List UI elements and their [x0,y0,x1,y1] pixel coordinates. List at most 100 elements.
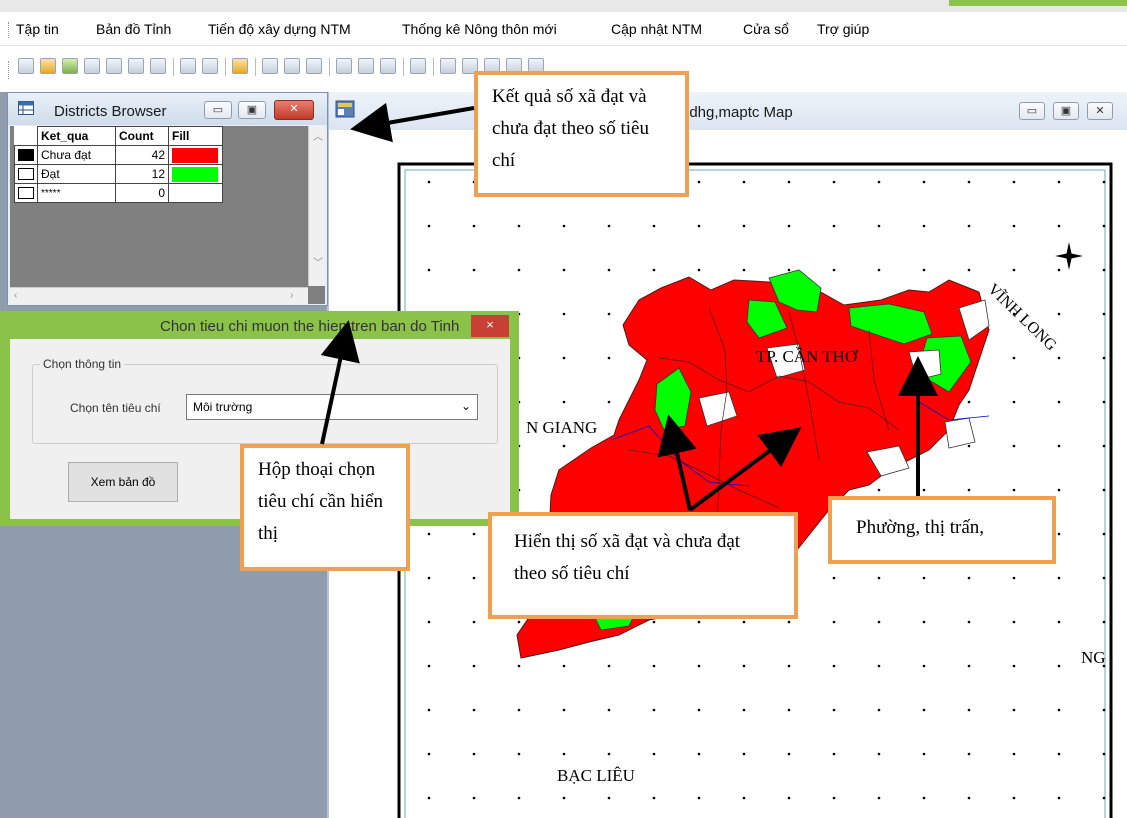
folder-icon[interactable] [232,58,248,74]
row-selector[interactable] [14,145,38,165]
grid-point [562,224,566,228]
map-label-kien-giang: N GIANG [526,418,597,437]
grid-point [472,268,476,272]
toolbar-separator [225,58,226,76]
table-row[interactable]: Chưa đạt 42 [14,145,223,165]
map-window-titlebar[interactable]: bdhg,maptc Map ▭ ▣ ✕ [329,92,1127,130]
browser-titlebar[interactable]: Districts Browser ▭ ▣ ✕ [8,93,327,125]
menu-ntm-progress[interactable]: Tiến độ xây dựng NTM [208,21,351,37]
cell-fill[interactable] [168,164,223,184]
grid-point [427,532,431,536]
cell-fill[interactable] [168,183,223,203]
dialog-close-button[interactable]: × [471,315,509,337]
maximize-button[interactable]: ▣ [1053,102,1079,120]
grid-point [877,224,881,228]
paste-icon[interactable] [380,58,396,74]
toolbar-grip[interactable] [8,61,10,79]
grid-point [472,576,476,580]
grid-point [967,444,971,448]
grid-point [427,664,431,668]
open-workspace-icon[interactable] [62,58,78,74]
grid-point [517,708,521,712]
menu-file[interactable]: Tập tin [16,21,59,37]
grid-point [607,708,611,712]
cell-count[interactable]: 42 [115,145,169,165]
browser-close-button[interactable]: ✕ [274,100,314,120]
cell-count[interactable]: 12 [115,164,169,184]
grid-point [922,268,926,272]
cell-ket-qua[interactable]: Đạt [37,164,116,184]
table-row[interactable]: ***** 0 [14,183,223,203]
grid-point [427,796,431,800]
undo-icon[interactable] [410,58,426,74]
grid-point [742,664,746,668]
row-selector[interactable] [14,164,38,184]
grid-point [1057,356,1061,360]
view-map-button[interactable]: Xem bản đồ [68,462,178,502]
cell-ket-qua[interactable]: ***** [37,183,116,203]
column-header-count[interactable]: Count [115,126,169,146]
export-icon[interactable] [306,58,322,74]
grid-point [832,224,836,228]
menu-province-map[interactable]: Bản đồ Tỉnh [96,21,171,37]
save-table-icon[interactable] [106,58,122,74]
menu-update-ntm[interactable]: Cập nhật NTM [611,21,702,37]
menu-grip[interactable] [8,22,10,38]
cell-count[interactable]: 0 [115,183,169,203]
menu-ntm-statistics[interactable]: Thống kê Nông thôn mới [402,21,557,37]
toolbar-separator [433,58,434,76]
menu-help[interactable]: Trợ giúp [817,21,869,37]
layout-icon[interactable] [262,58,278,74]
new-browser-icon[interactable] [440,58,456,74]
grid-point [1102,576,1106,580]
grid-point [877,268,881,272]
grid-point [697,664,701,668]
menu-window[interactable]: Cửa sổ [743,21,789,37]
grid-point [1057,796,1061,800]
north-arrow-icon [1055,242,1083,270]
districts-browser-window: Districts Browser ▭ ▣ ✕ Ket_qua Count Fi… [7,92,328,306]
browser-minimize-button[interactable]: ▭ [204,101,232,119]
grid-point [562,708,566,712]
save-icon[interactable] [180,58,196,74]
grid-point [1102,312,1106,316]
cell-ket-qua[interactable]: Chưa đạt [37,145,116,165]
criteria-dropdown[interactable]: Môi trường ⌄ [186,394,478,420]
toolbar-separator [173,58,174,76]
minimize-button[interactable]: ▭ [1019,102,1045,120]
column-header-ket-qua[interactable]: Ket_qua [37,126,116,146]
print-icon[interactable] [284,58,300,74]
grid-point [1057,268,1061,272]
grid-point [832,752,836,756]
grid-point [1102,268,1106,272]
cut-icon[interactable] [336,58,352,74]
close-button[interactable]: ✕ [1087,102,1113,120]
row-selector[interactable] [14,183,38,203]
grid-point [427,708,431,712]
grid-point [1102,400,1106,404]
grid-point [472,532,476,536]
cell-fill[interactable] [168,145,223,165]
browser-maximize-button[interactable]: ▣ [238,101,266,119]
ward-polygon[interactable] [944,417,976,449]
grid-point [472,708,476,712]
column-header-fill[interactable]: Fill [168,126,223,146]
grid-point [472,796,476,800]
save-workspace-icon[interactable] [202,58,218,74]
copy-icon[interactable] [358,58,374,74]
grid-point [1057,400,1061,404]
chevron-down-icon[interactable]: ⌄ [461,399,471,413]
grid-point [922,224,926,228]
new-icon[interactable] [18,58,34,74]
table-header-row: Ket_qua Count Fill [14,126,223,146]
save-copy-icon[interactable] [128,58,144,74]
table-row[interactable]: Đạt 12 [14,164,223,184]
close-table-icon[interactable] [84,58,100,74]
open-icon[interactable] [40,58,56,74]
grid-point [967,488,971,492]
browser-horizontal-scrollbar[interactable]: ‹ › [10,287,308,304]
grid-point [832,620,836,624]
grid-point [967,400,971,404]
search-icon[interactable] [150,58,166,74]
browser-vertical-scrollbar[interactable]: ︿ ﹀ [308,126,325,286]
